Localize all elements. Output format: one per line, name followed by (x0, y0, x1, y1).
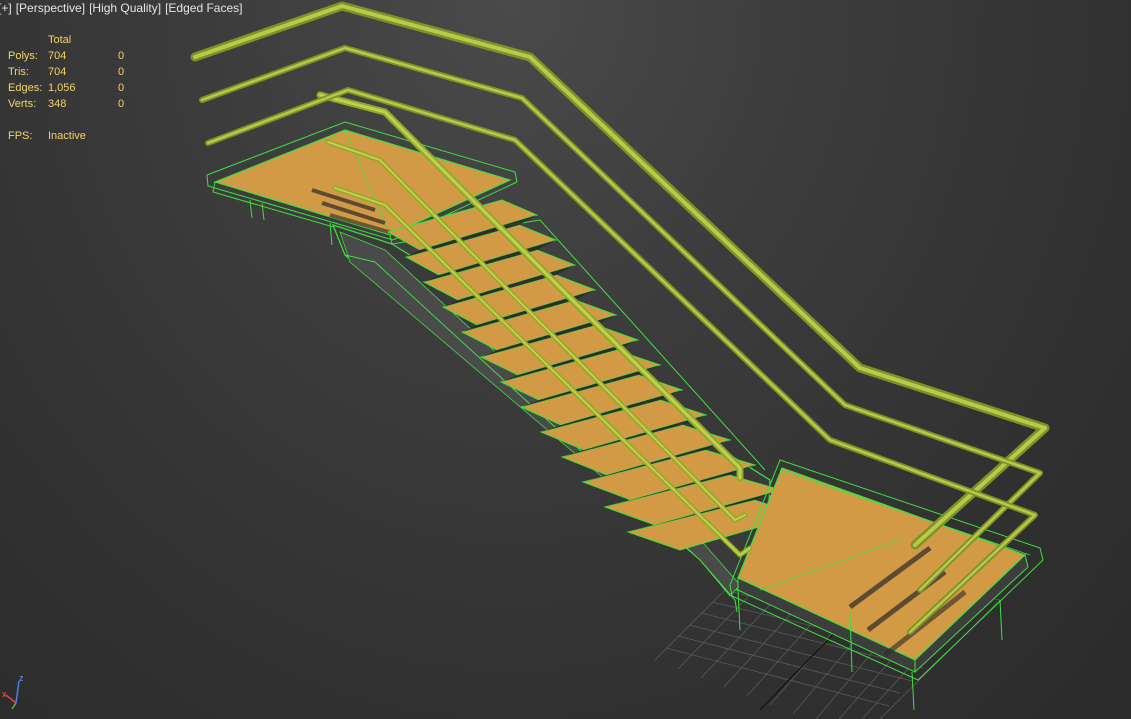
stats-row-polys: Polys: 704 0 (8, 48, 138, 64)
gizmo-x-label: x (2, 689, 7, 699)
stats-total-header: Total (48, 34, 72, 46)
viewport-edges-menu[interactable]: [Edged Faces] (165, 1, 242, 15)
stats-total: 348 (48, 98, 67, 110)
scene-statistics: Total Polys: 704 0 Tris: 704 0 Edges: 1,… (8, 32, 138, 144)
fps-value: Inactive (48, 130, 86, 142)
stats-label: Tris: (8, 66, 29, 78)
viewport-menu-button[interactable]: [+] (0, 1, 12, 15)
stats-total: 704 (48, 50, 67, 62)
stats-row-tris: Tris: 704 0 (8, 64, 138, 80)
stats-label: Polys: (8, 50, 38, 62)
stats-total: 1,056 (48, 82, 76, 94)
viewport-label-bar: [+] [Perspective] [High Quality] [Edged … (0, 0, 242, 16)
axis-gizmo-icon: z x (2, 673, 24, 710)
lower-landing (729, 459, 1044, 711)
outer-handrails (190, 1, 1050, 635)
stats-total: 704 (48, 66, 67, 78)
fps-label: FPS: (8, 130, 33, 142)
stats-selected: 0 (118, 50, 125, 62)
stats-row-edges: Edges: 1,056 0 (8, 80, 138, 96)
3d-viewport[interactable]: [+] [Perspective] [High Quality] [Edged … (0, 0, 1131, 719)
stats-selected: 0 (118, 98, 125, 110)
stats-row-fps: FPS: Inactive (8, 128, 138, 144)
stats-label: Edges: (8, 82, 43, 94)
stats-selected: 0 (118, 66, 125, 78)
viewport-shading-menu[interactable]: [High Quality] (89, 1, 161, 15)
stats-label: Verts: (8, 98, 37, 110)
stair-scene[interactable] (0, 0, 1131, 719)
stats-row-verts: Verts: 348 0 (8, 96, 138, 112)
gizmo-z-label: z (19, 673, 24, 683)
viewport-view-menu[interactable]: [Perspective] (16, 1, 85, 15)
stats-selected: 0 (118, 82, 125, 94)
